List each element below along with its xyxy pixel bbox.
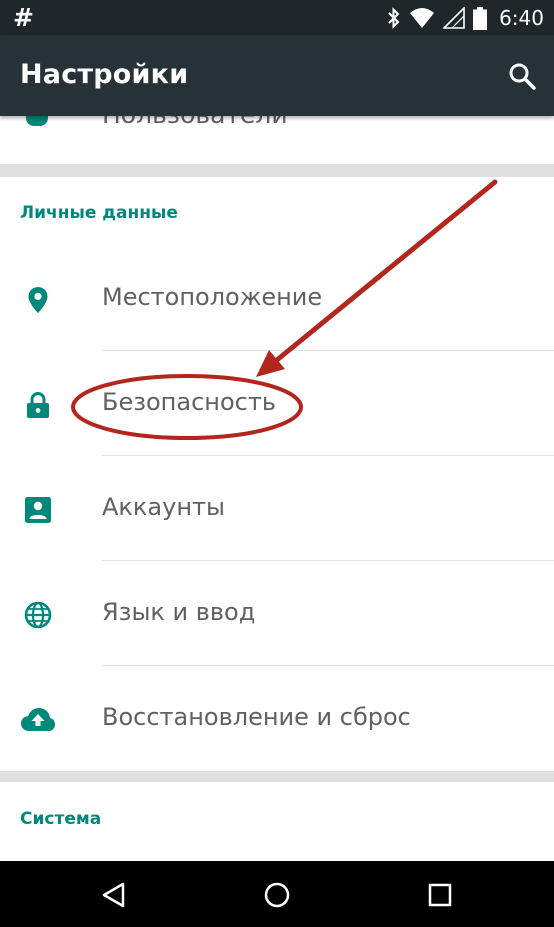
settings-item-label: Восстановление и сброс: [102, 703, 411, 731]
section-header-personal: Личные данные: [20, 203, 178, 223]
users-card: Пользователи: [0, 116, 554, 164]
cloud-upload-icon: [21, 708, 55, 731]
settings-item-label: Безопасность: [102, 388, 276, 416]
settings-item-location[interactable]: Местоположение: [0, 246, 554, 351]
status-icons: 6:40: [387, 6, 544, 30]
recents-icon[interactable]: [426, 881, 454, 909]
system-section-card: Система: [0, 782, 554, 861]
status-bar: # 6:40: [0, 0, 554, 35]
account-icon: [25, 497, 51, 523]
settings-item-label: Аккаунты: [102, 493, 225, 521]
settings-item-language[interactable]: Язык и ввод: [0, 561, 554, 666]
personal-section-card: Личные данные Местоположение Безопасност…: [0, 177, 554, 771]
settings-item-users[interactable]: Пользователи: [102, 116, 288, 129]
battery-icon: [473, 6, 488, 30]
search-icon[interactable]: [508, 62, 536, 90]
bluetooth-icon: [388, 7, 400, 29]
globe-icon: [24, 601, 52, 629]
section-header-system: Система: [20, 809, 102, 829]
home-icon[interactable]: [263, 881, 291, 909]
settings-item-label: Язык и ввод: [102, 598, 256, 626]
back-icon[interactable]: [100, 881, 128, 909]
location-pin-icon: [28, 287, 48, 313]
settings-item-backup-reset[interactable]: Восстановление и сброс: [0, 666, 554, 771]
navigation-bar: [0, 861, 554, 927]
lock-icon: [27, 392, 49, 418]
settings-item-label: Местоположение: [102, 283, 323, 311]
wifi-icon: [410, 8, 435, 28]
person-icon: [26, 116, 48, 126]
page-title: Настройки: [20, 59, 189, 90]
signal-icon: [443, 7, 465, 29]
settings-item-security[interactable]: Безопасность: [0, 351, 554, 456]
status-hash-symbol: #: [13, 3, 34, 32]
app-bar: Настройки: [0, 35, 554, 116]
settings-item-accounts[interactable]: Аккаунты: [0, 456, 554, 561]
status-time: 6:40: [499, 6, 544, 30]
